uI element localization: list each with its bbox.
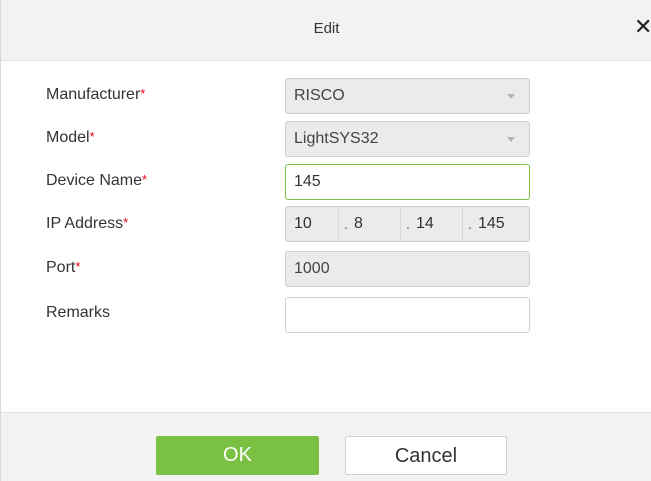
dialog-title: Edit — [313, 20, 340, 37]
model-label-text: Model — [46, 129, 90, 146]
dialog-titlebar: Edit ✕ — [1, 0, 651, 61]
manufacturer-select[interactable]: RISCO — [285, 78, 530, 114]
ip-address-label-text: IP Address — [46, 215, 124, 232]
dialog-footer — [1, 412, 651, 481]
device-name-label-text: Device Name — [46, 172, 143, 189]
ip-octet-3[interactable]: 14 — [416, 207, 463, 241]
ip-separator: . — [468, 216, 472, 232]
remarks-input[interactable] — [285, 297, 530, 333]
port-label-text: Port — [46, 259, 76, 276]
manufacturer-label: Manufacturer* — [46, 86, 145, 104]
ip-octet-4[interactable]: 145 — [478, 207, 526, 241]
device-name-input[interactable]: 145 — [285, 164, 530, 200]
device-name-value: 145 — [294, 173, 321, 190]
edit-dialog: Edit ✕ Manufacturer* RISCO Model* LightS… — [0, 0, 651, 481]
cancel-button[interactable]: Cancel — [345, 436, 507, 475]
required-mark: * — [140, 86, 146, 101]
required-mark: * — [123, 215, 129, 230]
port-input[interactable]: 1000 — [285, 251, 530, 287]
model-select[interactable]: LightSYS32 — [285, 121, 530, 157]
port-label: Port* — [46, 259, 80, 277]
required-mark: * — [75, 259, 81, 274]
model-label: Model* — [46, 129, 95, 147]
ip-address-input[interactable]: 10 . 8 . 14 . 145 — [285, 206, 530, 242]
ip-separator: . — [344, 216, 348, 232]
remarks-label-text: Remarks — [46, 304, 111, 321]
chevron-down-icon — [507, 94, 515, 99]
chevron-down-icon — [507, 137, 515, 142]
ip-separator: . — [406, 216, 410, 232]
ip-octet-2[interactable]: 8 — [354, 207, 401, 241]
ip-address-label: IP Address* — [46, 215, 128, 233]
device-name-label: Device Name* — [46, 172, 147, 190]
port-value: 1000 — [294, 260, 330, 277]
manufacturer-label-text: Manufacturer — [46, 86, 141, 103]
required-mark: * — [89, 129, 95, 144]
remarks-label: Remarks — [46, 304, 110, 322]
required-mark: * — [142, 172, 148, 187]
close-icon[interactable]: ✕ — [634, 16, 651, 38]
ip-octet-1[interactable]: 10 — [294, 207, 339, 241]
ok-button[interactable]: OK — [156, 436, 319, 475]
manufacturer-value: RISCO — [294, 87, 345, 104]
model-value: LightSYS32 — [294, 130, 379, 147]
